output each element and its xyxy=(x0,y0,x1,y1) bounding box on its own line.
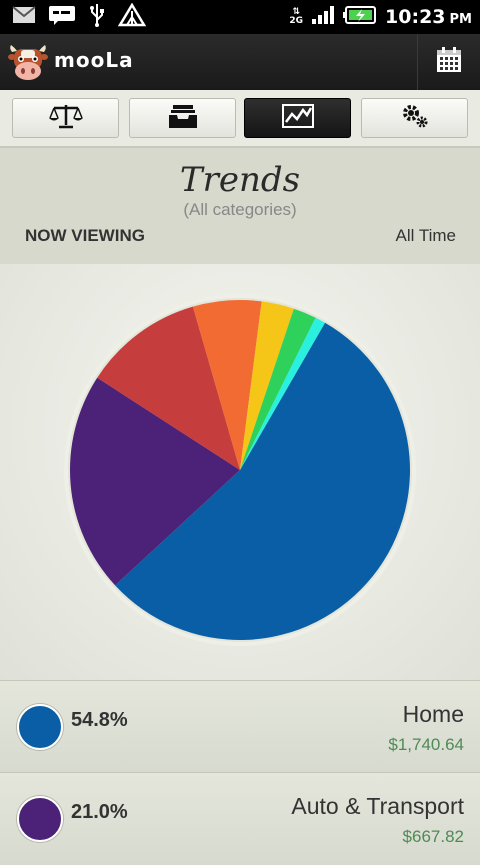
system-icons: ⇅ 2G 10:23 PM xyxy=(289,5,472,29)
now-viewing-label: NOW VIEWING xyxy=(25,226,145,245)
battery-charging-icon xyxy=(343,5,377,29)
inbox-tray-icon xyxy=(168,103,198,133)
message-icon xyxy=(48,5,76,29)
category-filter-label[interactable]: (All categories) xyxy=(0,200,480,220)
pie-chart-area xyxy=(0,264,480,680)
pie-slices xyxy=(70,300,410,640)
period-selector[interactable]: All Time xyxy=(396,226,456,246)
gmail-icon xyxy=(12,6,36,28)
data-arrows-icon: ⇅ 2G xyxy=(289,7,304,26)
tab-settings[interactable] xyxy=(361,98,468,138)
category-name: Auto & Transport xyxy=(291,793,464,819)
gears-icon xyxy=(401,103,429,133)
cow-icon xyxy=(8,42,48,82)
warning-icon xyxy=(117,2,147,31)
list-item[interactable]: 21.0% Auto & Transport $667.82 xyxy=(0,772,480,865)
category-amount: $1,740.64 xyxy=(388,735,464,754)
app-bar: mooLa xyxy=(0,34,480,91)
category-color-swatch xyxy=(17,796,63,842)
tab-inbox[interactable] xyxy=(129,98,236,138)
notification-icons xyxy=(12,2,147,31)
category-name: Home xyxy=(402,701,464,727)
list-item[interactable]: 54.8% Home $1,740.64 xyxy=(0,680,480,773)
category-list: 54.8% Home $1,740.64 21.0% Auto & Transp… xyxy=(0,680,480,865)
usb-icon xyxy=(88,3,106,31)
category-percent: 21.0% xyxy=(71,801,128,823)
pie-chart[interactable] xyxy=(0,264,480,680)
page-title: Trends xyxy=(179,160,301,200)
category-percent: 54.8% xyxy=(71,709,128,731)
tab-trends[interactable] xyxy=(244,98,351,138)
clock-time: 10:23 xyxy=(385,6,446,28)
clock-ampm: PM xyxy=(449,12,472,27)
tab-bar xyxy=(0,90,480,148)
calendar-icon xyxy=(435,46,463,78)
network-type: 2G xyxy=(289,16,304,26)
category-amount: $667.82 xyxy=(402,827,464,846)
scale-icon xyxy=(48,103,83,133)
tab-balance[interactable] xyxy=(12,98,119,138)
app-title: mooLa xyxy=(54,48,134,72)
clock: 10:23 PM xyxy=(385,6,472,28)
status-bar: ⇅ 2G 10:23 PM xyxy=(0,0,480,34)
calendar-button[interactable] xyxy=(417,34,480,90)
trend-chart-icon xyxy=(281,103,314,133)
trends-header: Trends (All categories) NOW VIEWING All … xyxy=(0,148,480,264)
category-color-swatch xyxy=(17,704,63,750)
signal-icon xyxy=(311,5,335,29)
